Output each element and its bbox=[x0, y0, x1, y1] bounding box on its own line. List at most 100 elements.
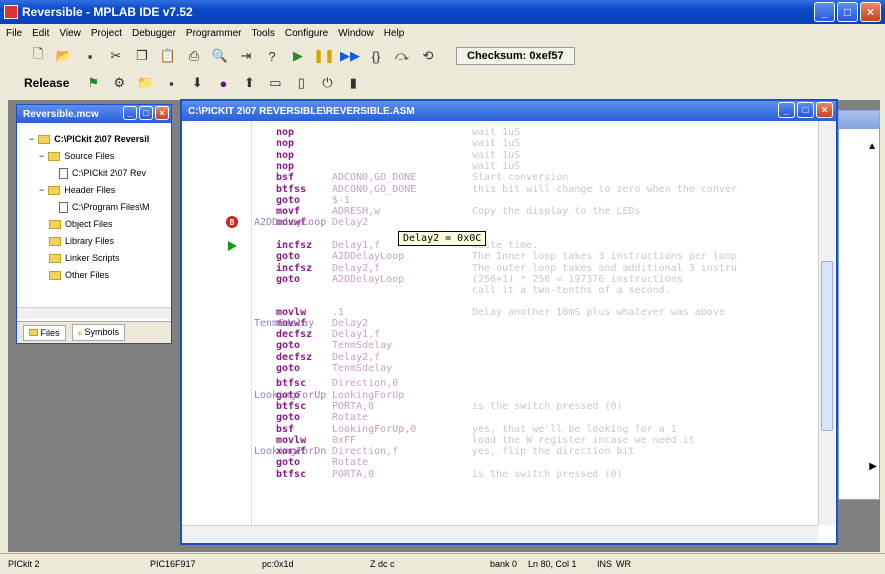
menu-programmer[interactable]: Programmer bbox=[186, 28, 242, 39]
build-all-icon[interactable]: ⚑ bbox=[85, 75, 101, 91]
project-minimize-button[interactable]: _ bbox=[123, 106, 137, 120]
program-icon[interactable]: ⬇ bbox=[189, 75, 205, 91]
tree-item-library-files[interactable]: Library Files bbox=[21, 233, 167, 250]
save-icon[interactable]: ▪ bbox=[82, 48, 98, 64]
power-icon[interactable]: ⏻ bbox=[319, 75, 335, 91]
editor-vscrollbar[interactable] bbox=[818, 121, 836, 525]
find-icon[interactable]: 🔍 bbox=[212, 48, 228, 64]
maximize-button[interactable]: □ bbox=[837, 2, 858, 22]
blank-check-icon[interactable]: ▯ bbox=[293, 75, 309, 91]
code-line[interactable]: goto A2DDelayLoop (256+1) * 256 = 197376 i… bbox=[276, 274, 683, 285]
code-line[interactable]: nop wait 1uS bbox=[276, 127, 520, 138]
editor-close-button[interactable]: × bbox=[816, 102, 833, 118]
reset-icon[interactable]: ⟲ bbox=[420, 48, 436, 64]
editor-titlebar[interactable]: C:\PICKIT 2\07 REVERSIBLE\REVERSIBLE.ASM… bbox=[182, 101, 836, 121]
file-icon bbox=[59, 202, 68, 213]
close-button[interactable]: × bbox=[860, 2, 881, 22]
menu-project[interactable]: Project bbox=[91, 28, 122, 39]
verify-icon[interactable]: ● bbox=[215, 75, 231, 91]
tree-item-linker-scripts[interactable]: Linker Scripts bbox=[21, 250, 167, 267]
tree-item-source-files[interactable]: − Source Files bbox=[21, 148, 167, 165]
menu-configure[interactable]: Configure bbox=[285, 28, 328, 39]
code-area[interactable]: nop wait 1uS nop wait 1uS nop wait 1uS nop wait… bbox=[182, 121, 818, 525]
build-config-select[interactable]: Release bbox=[24, 76, 69, 90]
code-line[interactable]: goto Rotate bbox=[276, 457, 472, 468]
code-line[interactable]: xorwf Direction,f yes, flip the direction … bbox=[276, 446, 635, 457]
project-hscrollbar[interactable] bbox=[17, 307, 171, 319]
code-line[interactable]: goto A2DDelayLoop The Inner loop takes 3 i… bbox=[276, 251, 737, 262]
code-line[interactable]: nop wait 1uS bbox=[276, 138, 520, 149]
run-icon[interactable]: ▶ bbox=[290, 48, 306, 64]
animate-icon[interactable]: ▶▶ bbox=[340, 48, 360, 64]
step-into-icon[interactable]: {} bbox=[368, 48, 384, 64]
code-line[interactable]: btfsc PORTA,0 is the switch pressed (0) bbox=[276, 469, 623, 480]
code-operand: TenmSdelay bbox=[332, 363, 393, 374]
help-icon[interactable]: ? bbox=[264, 48, 280, 64]
tree-root[interactable]: − C:\PICkit 2\07 Reversil bbox=[21, 131, 167, 148]
code-line[interactable]: movf ADRESH,w Copy the display to the LEDs bbox=[276, 206, 641, 217]
editor-minimize-button[interactable]: _ bbox=[778, 102, 795, 118]
code-line[interactable]: goto TenmSdelay bbox=[276, 340, 472, 351]
folder-icon bbox=[49, 237, 61, 246]
code-instruction: incfsz bbox=[276, 262, 313, 274]
menu-debugger[interactable]: Debugger bbox=[132, 28, 176, 39]
project-window-titlebar[interactable]: Reversible.mcw _ □ × bbox=[17, 105, 171, 123]
halt-icon[interactable]: ❚❚ bbox=[313, 48, 335, 64]
step-over-icon[interactable]: ⤼ bbox=[394, 48, 410, 64]
code-line[interactable]: btfsc Direction,0 bbox=[276, 378, 472, 389]
code-line[interactable]: goto TenmSdelay bbox=[276, 363, 472, 374]
tree-item-object-files[interactable]: Object Files bbox=[21, 216, 167, 233]
menu-window[interactable]: Window bbox=[338, 28, 374, 39]
menu-view[interactable]: View bbox=[59, 28, 81, 39]
tree-item-source-file[interactable]: C:\PICkit 2\07 Rev bbox=[21, 165, 167, 182]
copy-icon[interactable]: ❐ bbox=[134, 48, 150, 64]
editor-gutter[interactable] bbox=[182, 121, 252, 525]
tree-item-header-files[interactable]: − Header Files bbox=[21, 182, 167, 199]
menu-edit[interactable]: Edit bbox=[32, 28, 49, 39]
print-icon[interactable]: ⎙ bbox=[186, 48, 202, 64]
tree-item-other-files[interactable]: Other Files bbox=[21, 267, 167, 284]
code-comment: yes, flip the direction bit bbox=[472, 446, 635, 458]
code-line[interactable]: nop wait 1uS bbox=[276, 150, 520, 161]
read-device-icon[interactable]: ⬆ bbox=[241, 75, 257, 91]
background-window[interactable]: ▲ ▶ bbox=[838, 110, 880, 500]
editor-maximize-button[interactable]: □ bbox=[797, 102, 814, 118]
code-line[interactable]: goto $-1 bbox=[276, 195, 472, 206]
code-line[interactable]: decfsz Delay2,f bbox=[276, 352, 472, 363]
editor-hscrollbar[interactable] bbox=[182, 525, 818, 543]
cut-icon[interactable]: ✂ bbox=[108, 48, 124, 64]
code-line[interactable]: bsf ADCON0,GO_DONE Start conversion bbox=[276, 172, 568, 183]
background-window-titlebar[interactable] bbox=[839, 111, 879, 129]
project-save-icon[interactable]: ▪ bbox=[163, 75, 179, 91]
target-icon[interactable]: ▮ bbox=[345, 75, 361, 91]
menu-help[interactable]: Help bbox=[384, 28, 405, 39]
minimize-button[interactable]: _ bbox=[814, 2, 835, 22]
code-line[interactable]: movlw 0xFF load the W register incase we n… bbox=[276, 435, 695, 446]
code-line[interactable]: decfsz Delay1,f bbox=[276, 329, 472, 340]
code-line[interactable]: bsf LookingForUp,0 yes, that we'll be look… bbox=[276, 424, 677, 435]
tab-files[interactable]: Files bbox=[23, 324, 66, 341]
project-close-button[interactable]: × bbox=[155, 106, 169, 120]
paste-icon[interactable]: 📋 bbox=[160, 48, 176, 64]
open-file-icon[interactable]: 📂 bbox=[56, 48, 72, 64]
code-line[interactable]: nop wait 1uS bbox=[276, 161, 520, 172]
code-line[interactable]: btfss ADCON0,GO_DONE this bit will change … bbox=[276, 184, 737, 195]
new-file-icon[interactable]: 🗋 bbox=[30, 46, 46, 64]
scroll-right-icon[interactable]: ▶ bbox=[869, 461, 877, 472]
erase-icon[interactable]: ▭ bbox=[267, 75, 283, 91]
code-line[interactable]: btfsc PORTA,0 is the switch pressed (0) bbox=[276, 401, 623, 412]
code-line[interactable]: incfsz Delay2,f The outer loop takes and a… bbox=[276, 263, 737, 274]
find-next-icon[interactable]: ⇥ bbox=[238, 48, 254, 64]
scroll-thumb[interactable] bbox=[821, 261, 833, 431]
code-line[interactable]: call it a two-tenths of a second. bbox=[276, 285, 671, 296]
make-icon[interactable]: ⚙ bbox=[111, 75, 127, 91]
code-line[interactable]: goto Rotate bbox=[276, 412, 472, 423]
project-maximize-button[interactable]: □ bbox=[139, 106, 153, 120]
menu-file[interactable]: File bbox=[6, 28, 22, 39]
tree-item-header-file[interactable]: C:\Program Files\M bbox=[21, 199, 167, 216]
scroll-up-icon[interactable]: ▲ bbox=[867, 141, 877, 152]
tab-symbols[interactable]: ⁎ Symbols bbox=[71, 324, 126, 341]
menu-tools[interactable]: Tools bbox=[251, 28, 274, 39]
code-line[interactable]: movlw .1 Delay another 10mS plus whatever … bbox=[276, 307, 725, 318]
project-open-icon[interactable]: 📁 bbox=[137, 75, 153, 91]
